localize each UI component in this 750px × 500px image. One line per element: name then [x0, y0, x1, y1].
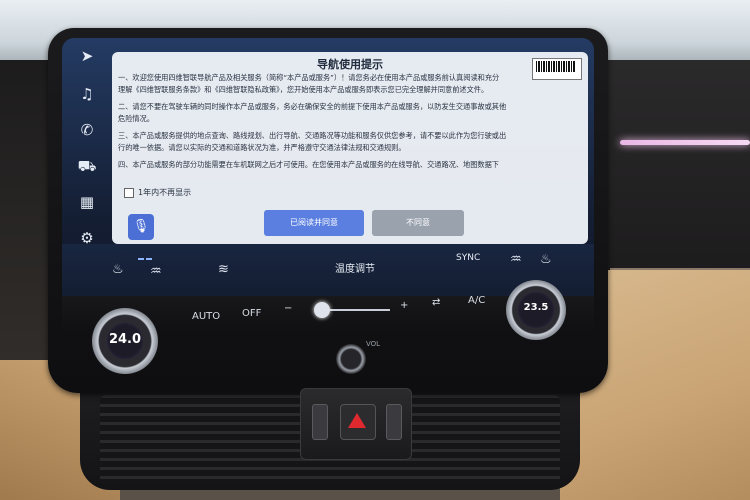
barcode-bars — [536, 61, 576, 72]
fan-increase-button[interactable]: + — [400, 300, 408, 311]
seat-heat-level — [138, 258, 144, 260]
disagree-button[interactable]: 不同意 — [372, 210, 464, 236]
climate-title[interactable]: 温度调节 — [300, 260, 410, 275]
sync-button[interactable]: SYNC — [456, 253, 480, 263]
fan-decrease-button[interactable]: − — [284, 303, 292, 314]
phone-icon[interactable]: ✆ — [75, 118, 99, 142]
microphone-icon: 🎙 — [132, 219, 150, 234]
music-icon[interactable]: ♫ — [75, 82, 99, 106]
dialog-title: 导航使用提示 — [317, 58, 383, 71]
ac-button[interactable]: A/C — [468, 295, 485, 306]
seat-vent-left-icon[interactable]: ♒ — [150, 264, 162, 279]
ambient-light-strip — [620, 140, 750, 145]
left-temp-value: 24.0 — [108, 332, 142, 347]
fan-off-button[interactable]: OFF — [242, 308, 261, 319]
volume-knob[interactable] — [336, 344, 366, 374]
dialog-line-4: 危险情况。 — [118, 114, 154, 123]
dialog-line-6: 行的唯一依据。请您以实际的交通和道路状况为准，并严格遵守交通法律法规和交通规则。 — [118, 143, 406, 152]
seat-heat-left-icon[interactable]: ♨ — [112, 262, 124, 277]
dashboard-right — [600, 60, 750, 290]
dialog-line-2[interactable]: 理解《四维智联服务条款》和《四维智联隐私政策》，您开始使用本产品或服务即表示您已… — [118, 85, 583, 95]
seat-heat-right-icon[interactable]: ♨ — [540, 252, 552, 267]
right-rocker-switch[interactable] — [386, 404, 402, 440]
auto-button[interactable]: AUTO — [192, 311, 220, 322]
volume-label: VOL — [366, 340, 381, 348]
steering-heat-icon[interactable]: ≋ — [218, 262, 229, 277]
left-rocker-switch[interactable] — [312, 404, 328, 440]
voice-mic-button[interactable]: 🎙 — [128, 214, 154, 240]
seat-vent-right-icon[interactable]: ♒ — [510, 252, 522, 267]
dialog-line-5: 三、本产品或服务提供的地点查询、路线规划、出行导航、交通路况等功能和服务仅供您参… — [118, 131, 507, 140]
recirculation-icon[interactable]: ⇄ — [432, 297, 440, 308]
dialog-line-3: 二、请您不要在驾驶车辆的同时操作本产品或服务，务必在确保安全的前提下使用本产品或… — [118, 102, 507, 111]
dont-show-checkbox[interactable] — [124, 188, 134, 198]
right-temp-value: 23.5 — [523, 302, 549, 313]
car-icon[interactable]: ⛟ — [75, 154, 99, 178]
dialog-line-7: 四、本产品或服务的部分功能需要在车机联网之后才可使用。在您使用本产品或服务的在线… — [118, 160, 499, 169]
dialog-line-1: 一、欢迎您使用四维智联导航产品及相关服务（简称“本产品或服务”）！请您务必在使用… — [118, 73, 500, 82]
agree-button[interactable]: 已阅读并同意 — [264, 210, 364, 236]
hazard-triangle-icon — [348, 413, 366, 428]
apps-icon[interactable]: ▦ — [75, 190, 99, 214]
dont-show-label[interactable]: 1年内不再显示 — [138, 187, 191, 198]
fan-speed-knob[interactable] — [313, 302, 330, 318]
seat-heat-level — [146, 258, 152, 260]
navigation-icon[interactable]: ➤ — [75, 44, 99, 68]
